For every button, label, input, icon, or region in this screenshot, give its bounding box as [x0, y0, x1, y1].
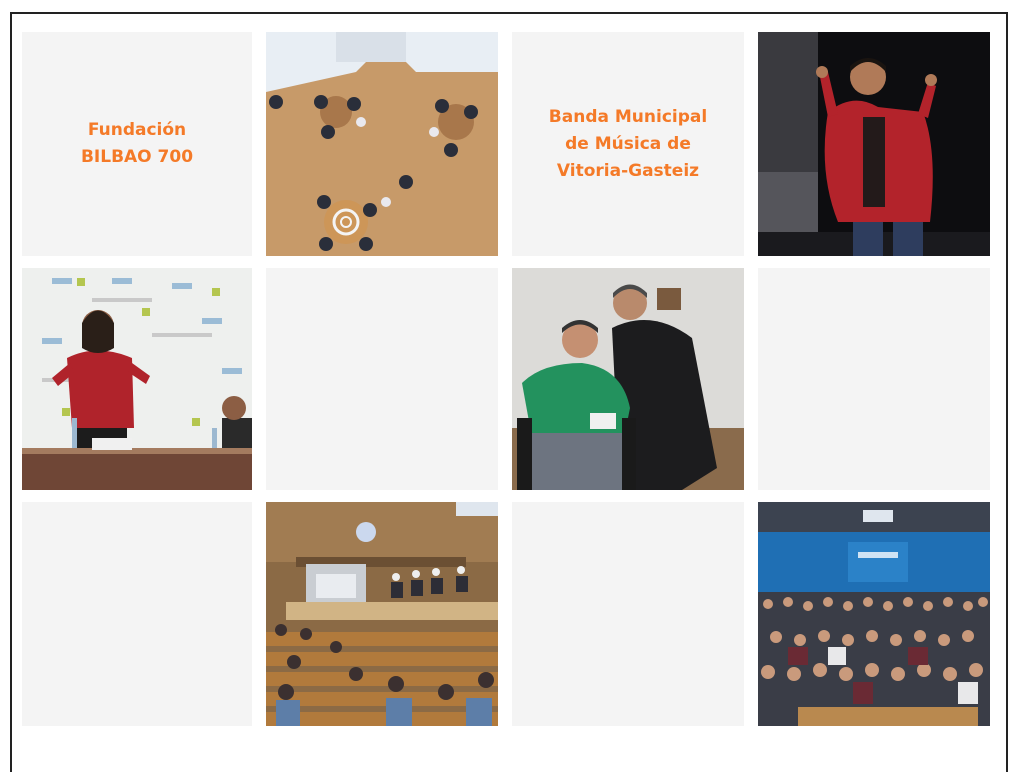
photo-tile-conference-speaker[interactable] [22, 268, 252, 490]
empty-tile [22, 502, 252, 726]
empty-tile [266, 268, 498, 490]
photo-tile-stage-speaker[interactable] [758, 32, 990, 256]
stage-speaker-photo [758, 32, 990, 256]
partner-tile-banda-municipal[interactable]: Banda Municipal de Música de Vitoria-Gas… [512, 32, 744, 256]
partner-name: Fundación BILBAO 700 [80, 120, 194, 167]
partner-tile-fundacion-bilbao-700[interactable]: Fundación BILBAO 700 [22, 32, 252, 256]
empty-tile [758, 268, 990, 490]
empty-tile [512, 502, 744, 726]
group-photo [758, 502, 990, 726]
photo-tile-workshop[interactable] [266, 32, 498, 256]
conference-speaker-photo [22, 268, 252, 490]
photo-tile-auditorium[interactable] [266, 502, 498, 726]
two-men-photo [512, 268, 744, 490]
auditorium-photo [266, 502, 498, 726]
photo-tile-two-men[interactable] [512, 268, 744, 490]
workshop-photo [266, 32, 498, 256]
partner-name: Banda Municipal de Música de Vitoria-Gas… [548, 106, 708, 181]
photo-tile-group[interactable] [758, 502, 990, 726]
partner-logo-grid: Fundación BILBAO 700 Banda Municipal de … [22, 32, 990, 726]
